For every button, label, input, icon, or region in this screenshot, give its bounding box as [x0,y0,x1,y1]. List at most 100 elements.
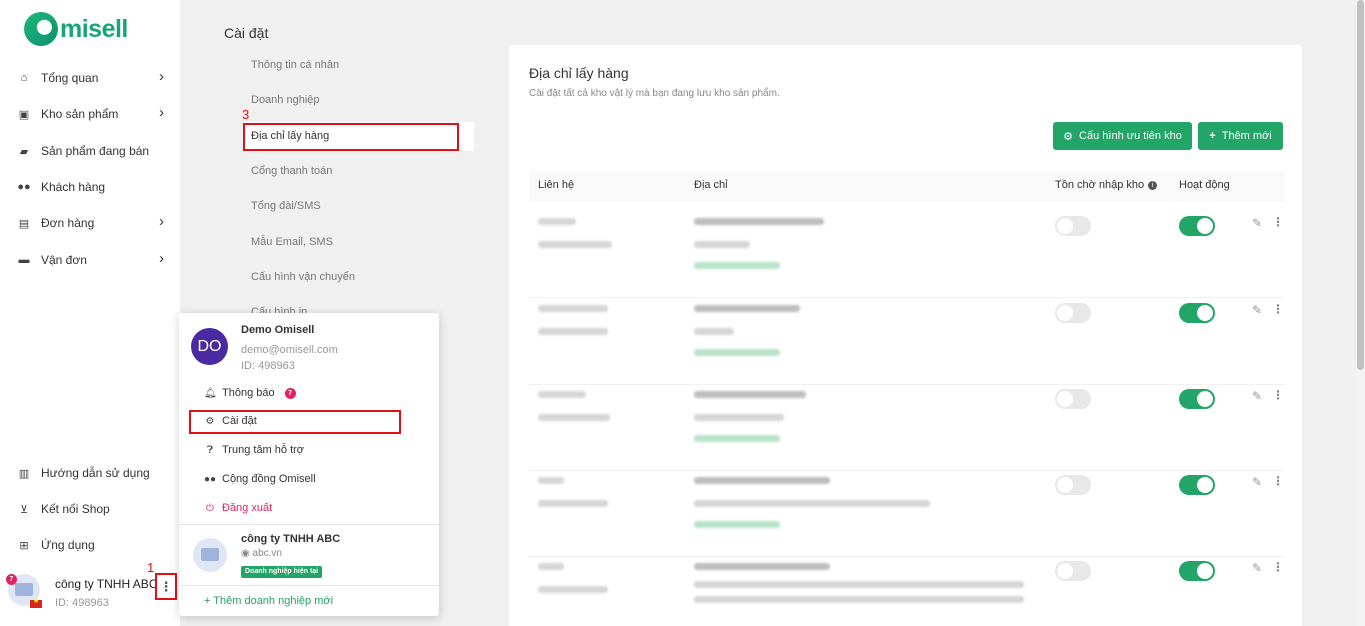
user-dropdown-menu: DO Demo Omisell demo@omisell.com ID: 498… [179,313,439,616]
row-kebab-icon[interactable]: ⋮ [1272,560,1284,574]
vietnam-flag-icon [30,597,42,608]
company-name: công ty TNHH ABC [55,577,158,591]
pending-stock-toggle[interactable] [1055,303,1091,323]
settings-item-personal-info[interactable]: Thông tin cá nhân [251,59,339,71]
column-header-label: Tồn chờ nhập kho [1055,179,1145,191]
edit-icon[interactable]: ✎ [1252,561,1262,575]
sidebar-item-label: Sản phẩm đang bán [41,144,150,158]
question-icon: ❓︎ [206,444,213,456]
user-avatar: DO [191,328,228,365]
add-business-button[interactable]: + Thêm doanh nghiệp mới [204,595,333,607]
sidebar-item-label: Kết nối Shop [41,502,110,516]
pending-stock-toggle[interactable] [1055,389,1091,409]
blurred-address-line [694,581,1024,588]
user-menu-kebab-button[interactable]: ⋮ [155,573,177,600]
sidebar-item-shipments[interactable]: ▬ Vận đơn › [16,250,166,267]
toggle-knob [1057,218,1073,234]
sidebar-item-product-warehouse[interactable]: ▣ Kho sản phẩm › [16,104,166,121]
company-website: ◉ abc.vn [241,548,282,559]
blurred-address-line [694,328,734,335]
orders-icon: ▤ [18,217,30,230]
settings-item-email-sms-templates[interactable]: Mẫu Email, SMS [251,236,333,248]
blurred-address-line [694,477,830,484]
warehouse-priority-config-button[interactable]: ⚙ Cấu hình ưu tiên kho [1053,122,1192,150]
sidebar-item-label: Đơn hàng [41,216,95,230]
blurred-address-tag [694,262,780,269]
sidebar-item-label: Kho sản phẩm [41,107,119,121]
sidebar-item-customers[interactable]: ●● Khách hàng [16,180,166,194]
blurred-address-tag [694,349,780,356]
divider [179,524,439,525]
edit-icon[interactable]: ✎ [1252,475,1262,489]
chevron-right-icon: › [159,213,164,230]
toggle-knob [1057,563,1073,579]
menu-item-notifications[interactable]: 🔔︎ Thông báo 7 [204,387,296,399]
globe-icon: ◉ [241,548,253,559]
row-kebab-icon[interactable]: ⋮ [1272,215,1284,229]
sidebar-item-orders[interactable]: ▤ Đơn hàng › [16,213,166,230]
table-row: ✎ ⋮ [529,471,1285,557]
omisell-logo[interactable]: misell [24,12,128,46]
company-avatar [193,538,227,572]
row-kebab-icon[interactable]: ⋮ [1272,302,1284,316]
blurred-address-line [694,305,800,312]
toggle-knob [1197,563,1213,579]
page-scrollbar-thumb[interactable] [1357,0,1364,370]
settings-item-shipping-config[interactable]: Cấu hình vận chuyển [251,271,355,283]
blurred-address-tag [694,435,780,442]
truck-icon: ▬ [18,254,30,266]
sidebar-item-overview[interactable]: ⌂ Tổng quan › [16,68,166,85]
menu-item-label: Thông báo [222,387,275,399]
add-new-button[interactable]: + Thêm mới [1198,122,1283,150]
briefcase-icon [201,548,219,561]
menu-item-support[interactable]: ❓︎ Trung tâm hỗ trợ [204,444,304,456]
blurred-contact-phone [538,500,608,507]
edit-icon[interactable]: ✎ [1252,216,1262,230]
apps-icon: ⊞ [19,539,29,552]
row-kebab-icon[interactable]: ⋮ [1272,474,1284,488]
blurred-contact-name [538,563,564,570]
company-id: ID: 498963 [55,597,109,609]
active-toggle[interactable] [1179,303,1215,323]
chevron-right-icon: › [159,250,164,267]
info-icon[interactable]: i [1148,181,1158,190]
settings-highlight-box [189,410,401,434]
page-title: Địa chỉ lấy hàng [529,65,629,81]
blurred-contact-phone [538,586,608,593]
current-business-badge: Doanh nghiệp hiện tại [241,566,323,578]
sidebar-item-apps[interactable]: ⊞ Ứng dụng [16,538,166,552]
pending-stock-toggle[interactable] [1055,475,1091,495]
logo-text: misell [60,14,128,43]
sidebar-item-user-guide[interactable]: ▥ Hướng dẫn sử dụng [16,466,166,480]
user-id: ID: 498963 [241,360,295,372]
sidebar-item-connect-shop[interactable]: ⊻ Kết nối Shop [16,502,166,516]
menu-item-label: Đăng xuất [222,502,273,514]
active-toggle[interactable] [1179,561,1215,581]
table-row: ✎ ⋮ [529,385,1285,471]
active-toggle[interactable] [1179,475,1215,495]
company-name[interactable]: công ty TNHH ABC [241,533,340,545]
edit-icon[interactable]: ✎ [1252,303,1262,317]
menu-item-community[interactable]: ●● Cộng đồng Omisell [204,473,316,485]
column-header-address: Địa chỉ [694,179,728,191]
menu-item-logout[interactable]: ⏻ Đăng xuất [204,502,272,514]
active-toggle[interactable] [1179,216,1215,236]
notification-badge: 7 [6,574,17,585]
settings-item-payment-gateway[interactable]: Cổng thanh toán [251,165,332,177]
user-email: demo@omisell.com [241,344,338,356]
row-kebab-icon[interactable]: ⋮ [1272,388,1284,402]
active-toggle[interactable] [1179,389,1215,409]
column-header-pending-stock: Tồn chờ nhập kho i [1055,179,1158,191]
settings-item-call-center-sms[interactable]: Tổng đài/SMS [251,200,321,212]
users-icon: ●● [17,181,31,193]
pending-stock-toggle[interactable] [1055,216,1091,236]
pending-stock-toggle[interactable] [1055,561,1091,581]
sidebar-item-selling-products[interactable]: ▰ Sản phẩm đang bán [16,144,166,158]
edit-icon[interactable]: ✎ [1252,389,1262,403]
blurred-contact-name [538,305,608,312]
box-icon: ▣ [18,108,30,121]
sidebar-item-label: Khách hàng [41,180,106,194]
notification-badge: 7 [284,387,296,399]
toggle-knob [1197,218,1213,234]
settings-item-business[interactable]: Doanh nghiệp [251,94,320,106]
